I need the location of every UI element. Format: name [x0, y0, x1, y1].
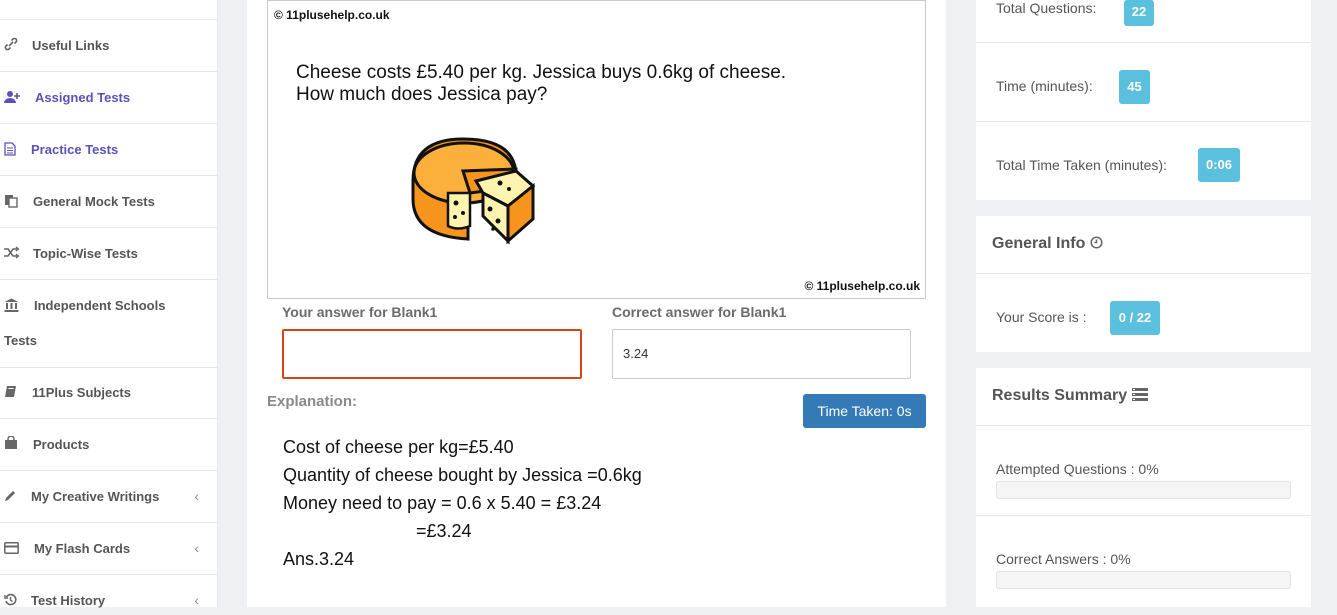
sidebar-item-my-flash-cards[interactable]: My Flash Cards ‹ — [0, 523, 217, 575]
results-summary-panel: Results Summary Attempted Questions : 0%… — [976, 368, 1311, 607]
time-taken-label: Total Time Taken (minutes): — [996, 157, 1167, 173]
correct-answer-label: Correct answer for Blank1 — [612, 304, 787, 320]
sidebar-item-label: Independent Schools — [34, 298, 166, 313]
chevron-left-icon: ‹ — [194, 488, 199, 504]
explanation-line: Cost of cheese per kg=£5.40 — [283, 437, 514, 457]
score-label: Your Score is : — [996, 309, 1087, 325]
explanation-line: Quantity of cheese bought by Jessica =0.… — [283, 465, 642, 485]
user-plus-icon — [4, 90, 20, 106]
credit-card-icon — [4, 542, 20, 558]
sidebar-item-label: Topic-Wise Tests — [33, 246, 138, 261]
results-summary-header: Results Summary — [976, 368, 1311, 426]
sidebar-item-label: My Creative Writings — [31, 489, 160, 504]
results-summary-title: Results Summary — [992, 387, 1148, 406]
sidebar-item-top-divider — [0, 0, 217, 20]
question-text: Cheese costs £5.40 per kg. Jessica buys … — [296, 62, 786, 106]
sidebar-item-useful-links[interactable]: Useful Links — [0, 20, 217, 72]
sidebar-item-11plus-subjects[interactable]: 11Plus Subjects — [0, 368, 217, 419]
explanation-line: Ans.3.24 — [283, 549, 355, 569]
sidebar-item-assigned-tests[interactable]: Assigned Tests — [0, 72, 217, 124]
time-taken-badge: 0:06 — [1198, 148, 1240, 182]
watermark-bottom: © 11plusehelp.co.uk — [804, 279, 920, 293]
sidebar-item-topic-wise-tests[interactable]: Topic-Wise Tests — [0, 228, 217, 280]
score-row: Your Score is : 0 / 22 — [976, 274, 1311, 352]
general-info-header: General Info — [976, 216, 1311, 274]
total-questions-row: Total Questions: 22 — [976, 0, 1311, 43]
sidebar-item-label: My Flash Cards — [34, 541, 131, 556]
correct-progress-bar — [996, 571, 1291, 589]
watermark-top: © 11plusehelp.co.uk — [274, 8, 390, 22]
score-badge: 0 / 22 — [1110, 301, 1160, 335]
sidebar-item-test-history[interactable]: Test History ‹ — [0, 575, 217, 615]
question-line-1: Cheese costs £5.40 per kg. Jessica buys … — [296, 62, 787, 83]
sidebar-item-my-creative-writings[interactable]: My Creative Writings ‹ — [0, 471, 217, 523]
test-stats-panel: Total Questions: 22 Time (minutes): 45 T… — [976, 0, 1311, 200]
bag-icon — [4, 435, 20, 452]
pencil-icon — [4, 489, 20, 505]
sidebar-item-products[interactable]: Products — [0, 419, 217, 471]
sidebar-item-label: Practice Tests — [31, 142, 119, 157]
sidebar: Useful Links Assigned Tests Practice Tes… — [0, 0, 218, 608]
clock-icon — [1090, 236, 1103, 254]
sidebar-item-label: Useful Links — [32, 38, 110, 53]
time-label: Time (minutes): — [996, 78, 1093, 94]
sidebar-item-label: Assigned Tests — [35, 90, 131, 105]
your-answer-label: Your answer for Blank1 — [282, 304, 438, 320]
question-line-2: How much does Jessica pay? — [296, 84, 548, 105]
explanation-line: Money need to pay = 0.6 x 5.40 = £3.24 — [283, 493, 602, 513]
chevron-left-icon: ‹ — [194, 540, 199, 556]
explanation-text: Cost of cheese per kg=£5.40 Quantity of … — [283, 433, 642, 573]
link-icon — [4, 37, 20, 53]
copy-icon — [4, 194, 20, 210]
correct-label: Correct Answers : 0% — [996, 551, 1131, 567]
time-badge: 45 — [1119, 70, 1150, 104]
total-questions-badge: 22 — [1124, 0, 1154, 26]
shuffle-icon — [4, 246, 20, 262]
explanation-label: Explanation: — [267, 393, 358, 410]
general-info-title: General Info — [992, 235, 1103, 254]
sidebar-item-label: Test History — [31, 593, 106, 608]
sidebar-item-label-line2: Tests — [4, 333, 37, 348]
sidebar-item-practice-tests[interactable]: Practice Tests — [0, 124, 217, 176]
your-answer-field[interactable] — [282, 329, 582, 379]
document-icon — [4, 142, 20, 158]
cheese-icon — [408, 131, 538, 256]
question-image: © 11plusehelp.co.uk Cheese costs £5.40 p… — [267, 0, 926, 299]
sidebar-item-general-mock-tests[interactable]: General Mock Tests — [0, 176, 217, 228]
sidebar-item-independent-schools-tests[interactable]: Independent Schools Tests — [0, 280, 217, 368]
sidebar-item-label: Products — [33, 437, 90, 452]
chevron-left-icon: ‹ — [194, 592, 199, 608]
time-taken-row: Total Time Taken (minutes): 0:06 — [976, 122, 1311, 200]
explanation-line: =£3.24 — [416, 521, 472, 541]
attempted-label: Attempted Questions : 0% — [996, 461, 1159, 477]
list-icon — [1131, 388, 1148, 406]
correct-row: Correct Answers : 0% — [976, 516, 1311, 607]
attempted-row: Attempted Questions : 0% — [976, 426, 1311, 516]
total-questions-label: Total Questions: — [996, 0, 1097, 16]
bank-icon — [4, 298, 20, 314]
book-icon — [4, 385, 20, 401]
sidebar-item-label: General Mock Tests — [33, 194, 155, 209]
correct-answer-field: 3.24 — [612, 329, 911, 379]
time-taken-button[interactable]: Time Taken: 0s — [803, 394, 926, 428]
attempted-progress-bar — [996, 481, 1291, 499]
time-row: Time (minutes): 45 — [976, 43, 1311, 122]
sidebar-item-label: 11Plus Subjects — [32, 385, 131, 400]
general-info-panel: General Info Your Score is : 0 / 22 — [976, 216, 1311, 352]
